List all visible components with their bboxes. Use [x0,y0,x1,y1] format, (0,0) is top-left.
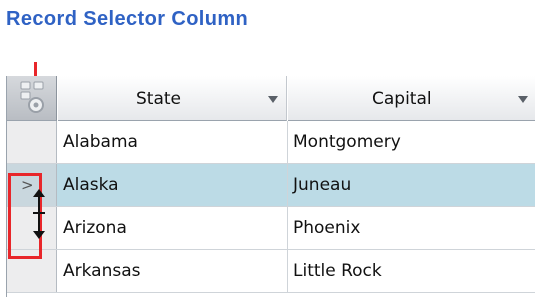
record-selector-header[interactable] [7,76,57,121]
capital-cell[interactable]: Montgomery [288,121,535,163]
column-header-label: State [136,89,181,109]
data-grid: State Capital Alabama Montgomery > Alask… [6,76,535,297]
column-header-state[interactable]: State [58,76,287,121]
state-cell[interactable]: Alabama [58,121,288,163]
capital-cell[interactable]: Little Rock [288,250,535,292]
column-header-capital[interactable]: Capital [288,76,535,121]
table-row[interactable]: Alabama Montgomery [7,121,535,164]
table-row[interactable]: > Alaska Juneau [7,164,535,207]
record-selector-caption: Record Selector Column [6,8,249,30]
dropdown-icon[interactable] [518,96,528,103]
resize-icon [33,189,45,239]
state-cell[interactable]: Arizona [58,207,288,249]
state-cell[interactable]: Alaska [58,164,288,206]
table-row[interactable]: Arizona Phoenix [7,207,535,250]
gear-icon [20,81,44,113]
state-cell[interactable]: Arkansas [58,250,288,292]
record-selector-cell[interactable] [7,121,57,163]
column-header-label: Capital [372,89,432,109]
table-row[interactable]: Arkansas Little Rock [7,250,535,293]
capital-cell[interactable]: Juneau [288,164,535,206]
dropdown-icon[interactable] [268,96,278,103]
capital-cell[interactable]: Phoenix [288,207,535,249]
